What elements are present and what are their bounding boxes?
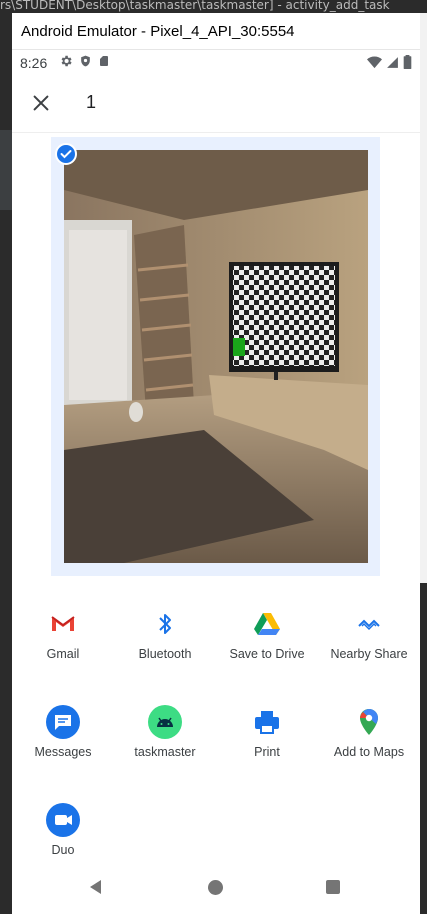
preview-image: [64, 150, 368, 563]
ide-path-text: rs\STUDENT\Desktop\taskmaster\taskmaster…: [0, 0, 390, 12]
battery-icon: [403, 55, 412, 69]
shield-icon: [81, 55, 90, 67]
image-preview-card[interactable]: [51, 137, 380, 576]
selected-check-icon[interactable]: [55, 143, 77, 165]
drive-icon: [254, 613, 280, 635]
status-time: 8:26: [20, 55, 48, 71]
share-target-messages[interactable]: Messages: [12, 696, 114, 776]
status-bar: 8:26: [12, 50, 420, 75]
back-icon[interactable]: [88, 879, 104, 895]
android-icon: [148, 705, 182, 739]
duo-icon: [46, 803, 80, 837]
share-target-label: Add to Maps: [333, 745, 405, 759]
share-target-duo[interactable]: Duo: [12, 794, 114, 874]
share-target-label: Print: [254, 745, 280, 759]
bluetooth-icon: [159, 614, 171, 634]
share-target-gmail[interactable]: Gmail: [12, 598, 114, 678]
sd-card-icon: [100, 56, 108, 66]
messages-icon: [46, 705, 80, 739]
share-target-label: Duo: [51, 843, 75, 857]
ide-right-panel: [420, 13, 427, 583]
share-target-label: Bluetooth: [138, 647, 192, 661]
share-target-label: taskmaster: [134, 745, 196, 759]
share-target-label: Save to Drive: [229, 647, 305, 661]
maps-pin-icon: [360, 709, 378, 735]
share-target-print[interactable]: Print: [216, 696, 318, 776]
share-target-label: Nearby Share: [330, 647, 408, 661]
share-target-taskmaster[interactable]: taskmaster: [114, 696, 216, 776]
share-target-label: Gmail: [46, 647, 80, 661]
close-icon[interactable]: [30, 92, 52, 114]
navigation-bar: [12, 868, 420, 914]
ide-side-toolbar: [0, 130, 12, 210]
share-target-maps[interactable]: Add to Maps: [318, 696, 420, 776]
print-icon: [255, 711, 279, 734]
share-target-nearby-share[interactable]: Nearby Share: [318, 598, 420, 678]
home-icon[interactable]: [208, 880, 223, 895]
share-target-label: Messages: [34, 745, 92, 759]
share-target-drive[interactable]: Save to Drive: [216, 598, 318, 678]
share-header: 1: [12, 75, 420, 133]
wifi-icon: [367, 56, 382, 68]
window-title: Android Emulator - Pixel_4_API_30:5554: [12, 13, 420, 50]
gmail-icon: [51, 616, 75, 631]
share-target-bluetooth[interactable]: Bluetooth: [114, 598, 216, 678]
nearby-share-icon: [358, 619, 380, 631]
gear-icon: [61, 55, 72, 67]
emulator-window: Android Emulator - Pixel_4_API_30:5554 8…: [12, 13, 420, 914]
selected-count: 1: [86, 92, 97, 112]
signal-icon: [387, 56, 398, 68]
recents-icon[interactable]: [326, 880, 340, 894]
